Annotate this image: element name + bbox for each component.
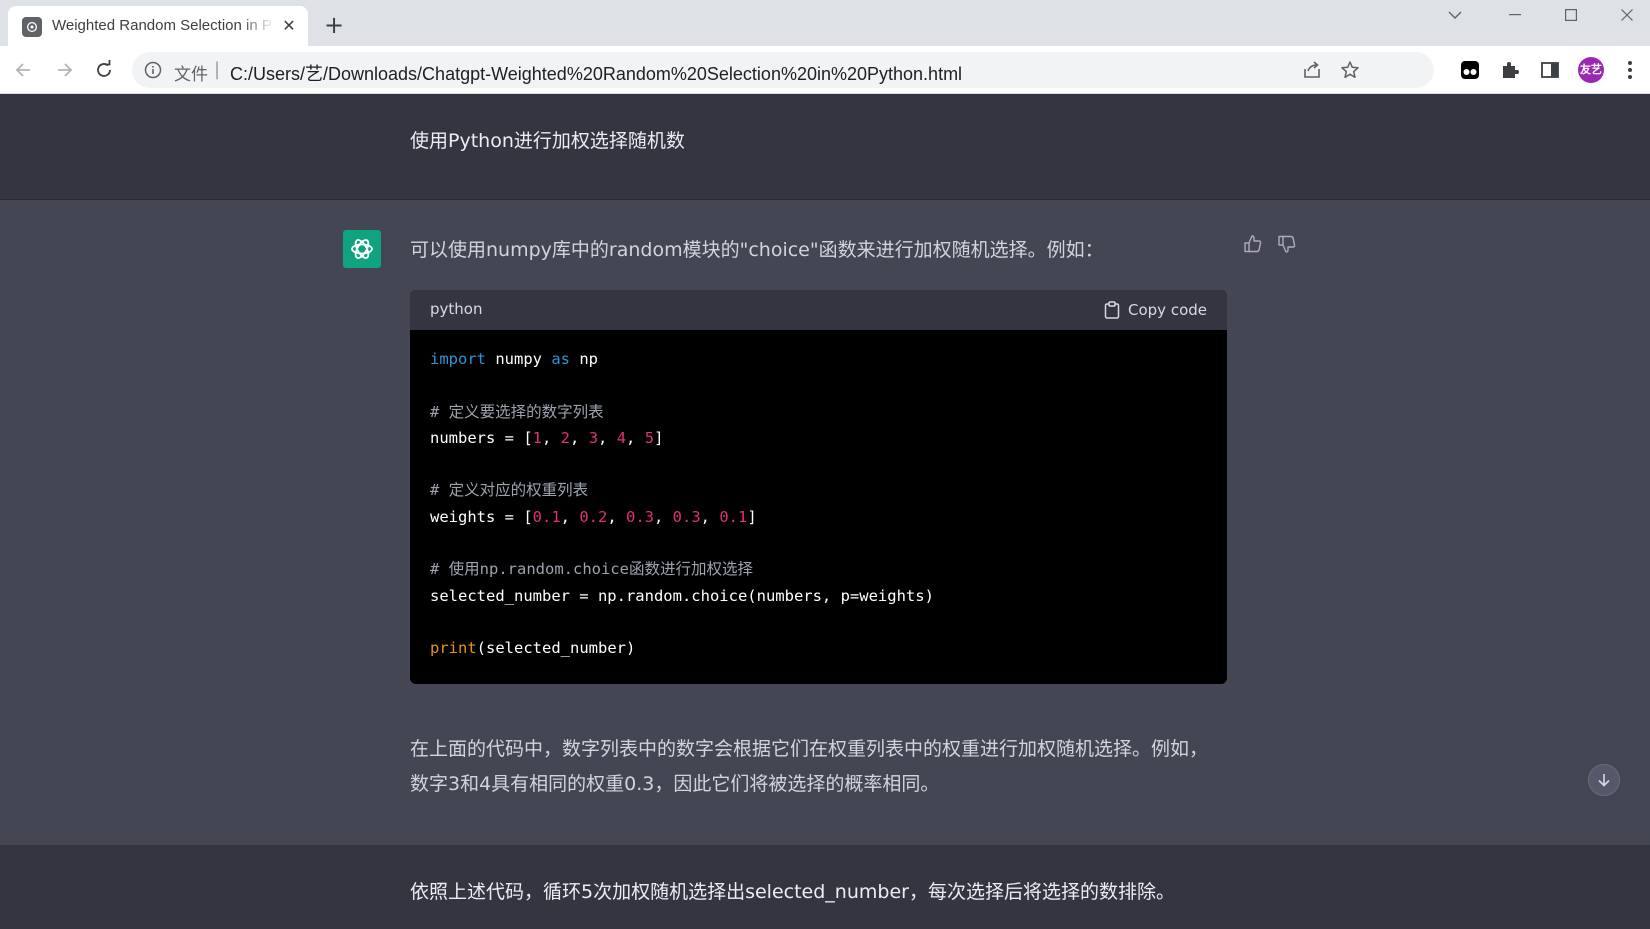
- info-icon[interactable]: [144, 61, 162, 79]
- address-bar[interactable]: 文件 | C:/Users/艺/Downloads/Chatgpt-Weight…: [132, 52, 1434, 88]
- thumbs-up-icon[interactable]: [1241, 232, 1265, 256]
- kebab-menu-icon[interactable]: [1618, 58, 1642, 82]
- code-token: ,: [560, 507, 580, 526]
- code-number: 0.2: [579, 507, 608, 526]
- code-comment: # 定义对应的权重列表: [430, 481, 589, 500]
- thumbs-down-icon[interactable]: [1275, 232, 1299, 256]
- assistant-intro-text: 可以使用numpy库中的random模块的"choice"函数来进行加权随机选择…: [410, 239, 1104, 261]
- code-number: 4: [616, 428, 627, 447]
- code-content: import numpy as np # 定义要选择的数字列表 numbers = …: [430, 346, 1210, 662]
- scheme-separator: |: [214, 59, 221, 80]
- forward-button[interactable]: [50, 56, 78, 84]
- code-token: numpy: [486, 350, 552, 368]
- code-number: 0.3: [672, 507, 701, 526]
- code-token: ,: [598, 428, 617, 447]
- code-token: ,: [570, 428, 589, 447]
- code-token: numbers = [: [430, 428, 533, 447]
- tab-search-chevron-icon[interactable]: [1432, 2, 1478, 28]
- new-tab-button[interactable]: +: [320, 12, 348, 40]
- back-button[interactable]: [10, 56, 38, 84]
- star-icon[interactable]: [1340, 60, 1360, 80]
- code-line-selected: selected_number = np.random.choice(numbe…: [430, 586, 934, 605]
- tampermonkey-icon[interactable]: [1458, 58, 1482, 82]
- minimize-button[interactable]: [1492, 2, 1538, 28]
- code-number: 5: [644, 428, 655, 447]
- code-line-print: print(selected_number): [430, 635, 1210, 661]
- scheme-label: 文件: [174, 65, 208, 85]
- code-comment: # 定义要选择的数字列表: [430, 402, 604, 421]
- profile-avatar[interactable]: 友艺: [1578, 57, 1604, 83]
- code-token: ,: [607, 507, 626, 526]
- arrow-down-icon: [1598, 774, 1610, 787]
- browser-titlebar: Weighted Random Selection in Python ✕ +: [0, 0, 1650, 46]
- chat-content[interactable]: 使用Python进行加权选择随机数 可以使用numpy库中的random模块的"…: [0, 94, 1650, 929]
- tab-title: Weighted Random Selection in Python: [52, 17, 274, 34]
- code-language-label: python: [430, 300, 483, 318]
- reload-icon: [97, 60, 111, 77]
- code-token: ,: [626, 428, 645, 447]
- code-comment: # 使用np.random.choice函数进行加权选择: [430, 560, 753, 579]
- code-block-header: python Copy code: [410, 290, 1227, 330]
- code-token: ,: [700, 507, 720, 526]
- share-icon[interactable]: [1302, 60, 1322, 80]
- code-number: 3: [588, 428, 599, 447]
- code-line-1: import numpy as np: [430, 346, 1210, 372]
- close-window-button[interactable]: [1604, 2, 1650, 28]
- openai-logo-icon: [22, 17, 42, 37]
- code-token: ]: [654, 428, 664, 447]
- browser-toolbar: 文件 | C:/Users/艺/Downloads/Chatgpt-Weight…: [0, 46, 1650, 94]
- code-token: (selected_number): [476, 639, 636, 658]
- code-number: 0.1: [719, 507, 748, 526]
- code-token: import: [430, 350, 486, 368]
- code-function: print: [430, 639, 477, 658]
- code-token: ]: [747, 507, 757, 526]
- code-number: 2: [560, 428, 571, 447]
- code-number: 1: [532, 428, 542, 447]
- code-token: np: [570, 350, 598, 368]
- code-token: ,: [542, 428, 561, 447]
- user-message-2: 依照上述代码，循环5次加权随机选择出selected_number，每次选择后将…: [0, 845, 1650, 929]
- arrow-left-icon: [15, 63, 30, 77]
- puzzle-icon[interactable]: [1498, 58, 1522, 82]
- code-line-numbers: numbers = [1, 2, 3, 4, 5]: [430, 425, 1210, 451]
- code-token: weights = [: [430, 507, 533, 526]
- code-number: 0.1: [532, 507, 561, 526]
- code-token: ,: [654, 507, 673, 526]
- user-message-text: 使用Python进行加权选择随机数: [410, 130, 685, 152]
- copy-code-button[interactable]: Copy code: [1104, 299, 1207, 321]
- reload-button[interactable]: [90, 56, 118, 84]
- maximize-button[interactable]: [1548, 2, 1594, 28]
- url-text[interactable]: C:/Users/艺/Downloads/Chatgpt-Weighted%20…: [230, 60, 962, 86]
- chatgpt-logo-icon: [343, 230, 381, 268]
- user-message-text: 依照上述代码，循环5次加权随机选择出selected_number，每次选择后将…: [410, 881, 1175, 903]
- assistant-explanation-text: 在上面的代码中，数字列表中的数字会根据它们在权重列表中的权重进行加权随机选择。例…: [410, 738, 1209, 795]
- copy-code-label: Copy code: [1128, 301, 1207, 319]
- arrow-right-icon: [58, 63, 73, 77]
- browser-tab-active[interactable]: Weighted Random Selection in Python ✕: [8, 6, 308, 46]
- code-token: as: [551, 350, 570, 368]
- code-block: python Copy code import numpy as np # 定义要…: [410, 290, 1227, 684]
- side-panel-icon[interactable]: [1538, 58, 1562, 82]
- scroll-to-bottom-button[interactable]: [1588, 764, 1620, 796]
- code-number: 0.3: [626, 507, 654, 526]
- tab-close-icon[interactable]: ✕: [280, 17, 298, 35]
- code-line-weights: weights = [0.1, 0.2, 0.3, 0.3, 0.1]: [430, 504, 1210, 530]
- user-message-1: 使用Python进行加权选择随机数: [0, 94, 1650, 200]
- clipboard-icon: [1104, 301, 1120, 319]
